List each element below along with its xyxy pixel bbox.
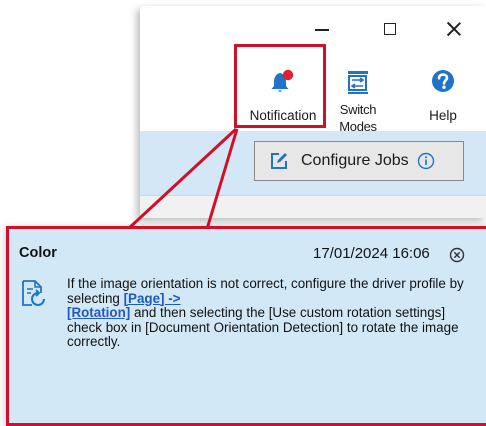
configure-jobs-label: Configure Jobs — [301, 152, 409, 169]
help-question-icon — [428, 66, 458, 98]
maximize-icon — [384, 23, 396, 35]
rotation-link[interactable]: [Rotation] — [67, 305, 130, 320]
page-link[interactable]: [Page] -> — [124, 291, 181, 306]
minimize-button[interactable] — [300, 12, 344, 46]
popup-message: If the image orientation is not correct,… — [67, 276, 467, 350]
popup-title: Color — [19, 245, 57, 261]
app-bottom-strip — [140, 195, 486, 218]
close-icon — [446, 21, 462, 37]
document-rotate-icon — [19, 279, 49, 314]
ribbon: Notification Switch Modes Help — [140, 58, 486, 142]
minimize-icon — [315, 29, 329, 31]
app-window: Notification Switch Modes Help Configure… — [140, 6, 486, 218]
help-button[interactable]: Help — [418, 66, 468, 123]
popup-timestamp: 17/01/2024 16:06 — [313, 245, 430, 262]
edit-square-icon — [269, 151, 289, 171]
close-circle-icon[interactable] — [449, 247, 465, 263]
toolbar-band: Configure Jobs — [140, 131, 486, 195]
switch-modes-button[interactable]: Switch Modes — [332, 66, 384, 133]
maximize-button[interactable] — [368, 12, 412, 46]
notification-label: Notification — [249, 108, 317, 123]
help-label: Help — [429, 108, 457, 123]
title-bar — [140, 6, 486, 50]
notification-popup: Color 17/01/2024 16:06 If the image orie… — [6, 226, 486, 426]
close-window-button[interactable] — [432, 12, 476, 46]
notification-badge — [282, 69, 294, 81]
switch-modes-icon — [343, 66, 373, 98]
notification-button[interactable]: Notification — [240, 66, 326, 123]
bell-icon — [268, 66, 298, 98]
configure-jobs-button[interactable]: Configure Jobs — [254, 141, 464, 181]
switch-modes-label-line1: Switch — [339, 102, 377, 117]
info-circle-icon[interactable] — [417, 152, 435, 170]
